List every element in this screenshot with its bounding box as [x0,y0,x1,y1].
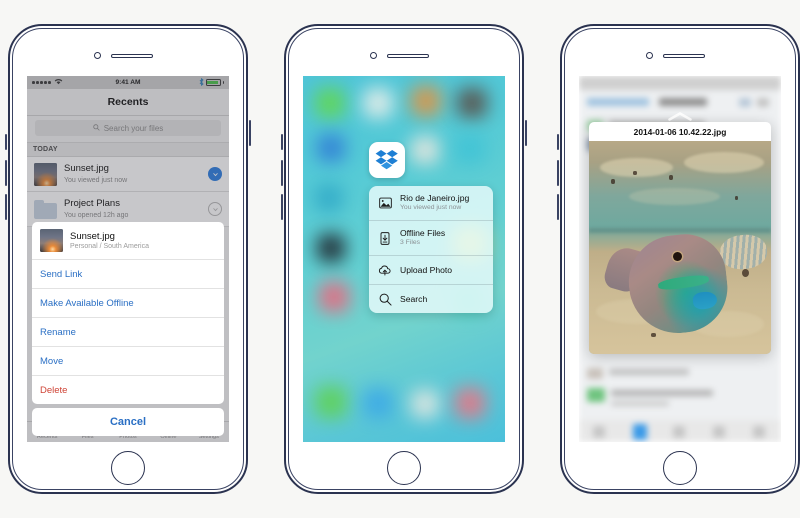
quick-action-title: Upload Photo [400,264,453,275]
phone-1: 9:41 AM Recents Search your files TODAY … [5,24,251,494]
quick-action-recent-photo[interactable]: Rio de Janeiro.jpg You viewed just now [369,186,493,222]
screenshot-stage: 9:41 AM Recents Search your files TODAY … [0,0,800,518]
quick-action-subtitle: 3 Files [400,239,421,247]
peek-preview-card[interactable]: 2014-01-06 10.42.22.jpg [589,122,771,354]
earpiece-speaker [663,54,705,58]
front-camera-icon [370,52,377,59]
quick-action-title: Offline Files [400,228,446,239]
preview-filename: 2014-01-06 10.42.22.jpg [633,126,727,137]
phone-2: Rio de Janeiro.jpg You viewed just now O… [281,24,527,494]
home-button[interactable] [111,451,145,485]
upload-cloud-icon [378,263,392,277]
quick-action-upload-photo[interactable]: Upload Photo [369,256,493,286]
home-button[interactable] [663,451,697,485]
dropbox-app: 9:41 AM Recents Search your files TODAY … [27,76,229,442]
earpiece-speaker [111,54,153,58]
quick-actions-menu: Rio de Janeiro.jpg You viewed just now O… [369,186,493,314]
sunset-photo-thumbnail [40,229,63,252]
phone-3-screen: 2014-01-06 10.42.22.jpg [579,76,781,442]
phone-1-screen: 9:41 AM Recents Search your files TODAY … [27,76,229,442]
phone-3: 2014-01-06 10.42.22.jpg [557,24,800,494]
action-send-link[interactable]: Send Link [32,260,224,289]
action-move[interactable]: Move [32,347,224,376]
quick-action-search[interactable]: Search [369,285,493,313]
quick-action-title: Search [400,293,428,304]
action-sheet: Sunset.jpg Personal / South America Send… [32,222,224,436]
front-camera-icon [94,52,101,59]
dropbox-icon[interactable] [369,142,405,178]
blurred-home-screen: Rio de Janeiro.jpg You viewed just now O… [303,76,505,442]
action-delete[interactable]: Delete [32,376,224,404]
front-camera-icon [646,52,653,59]
quick-action-title: Rio de Janeiro.jpg [400,193,470,203]
power-button[interactable] [524,120,527,146]
dropbox-glyph [375,150,398,170]
action-sheet-header: Sunset.jpg Personal / South America [32,222,224,260]
home-button[interactable] [387,451,421,485]
phone-2-screen: Rio de Janeiro.jpg You viewed just now O… [303,76,505,442]
underwater-parrotfish-photo [589,141,771,354]
action-sheet-title: Sunset.jpg [70,230,115,242]
cancel-button[interactable]: Cancel [32,408,224,436]
action-make-available-offline[interactable]: Make Available Offline [32,289,224,318]
power-button[interactable] [248,120,251,146]
earpiece-speaker [387,54,429,58]
offline-device-icon [378,231,392,245]
action-rename[interactable]: Rename [32,318,224,347]
chevron-up-icon[interactable] [579,112,781,121]
quick-action-subtitle: You viewed just now [400,204,462,212]
quick-action-offline-files[interactable]: Offline Files 3 Files [369,221,493,257]
photo-icon [378,196,392,210]
action-sheet-subtitle: Personal / South America [70,243,149,251]
search-icon [378,292,392,306]
